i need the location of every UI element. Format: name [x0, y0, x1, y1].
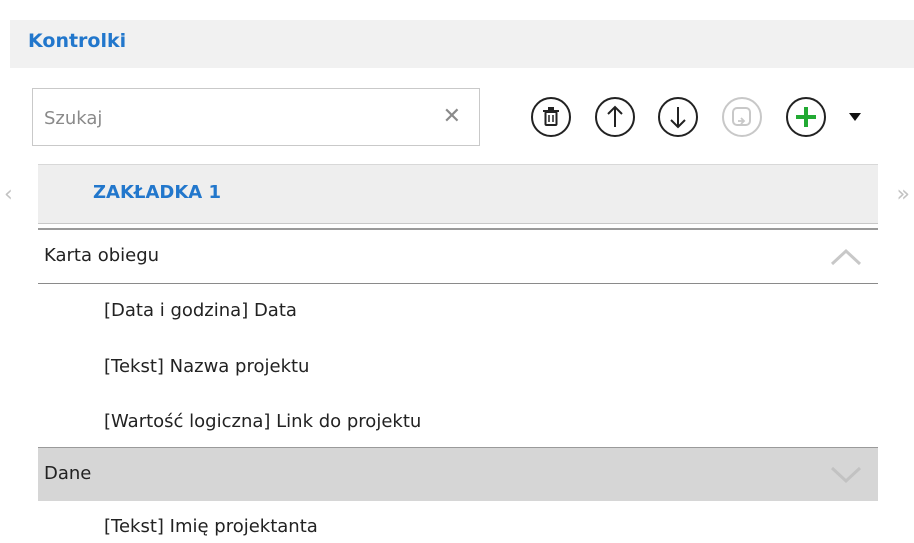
tab-scroll-right-icon[interactable]: » — [897, 182, 910, 207]
move-up-button[interactable] — [594, 96, 636, 138]
list-item[interactable]: [Tekst] Imię projektanta — [104, 516, 318, 537]
section-label: Dane — [44, 463, 92, 484]
tab-scroll-left-icon[interactable]: ‹ — [4, 182, 13, 207]
section-dane[interactable]: Dane — [38, 447, 878, 501]
arrow-up-icon — [595, 97, 635, 137]
copy-icon — [722, 97, 762, 137]
trash-icon — [531, 97, 571, 137]
chevron-up-icon[interactable] — [830, 248, 862, 266]
tab-bar: ‹ ZAKŁADKA 1 » — [0, 164, 914, 226]
search-box[interactable]: ✕ — [32, 88, 480, 146]
caret-down-icon — [849, 113, 861, 121]
move-down-button[interactable] — [657, 96, 699, 138]
toolbar-dropdown[interactable] — [848, 109, 862, 128]
add-button[interactable] — [785, 96, 827, 138]
copy-button[interactable] — [721, 96, 763, 138]
tab-zakladka-1[interactable]: ZAKŁADKA 1 — [93, 182, 221, 203]
plus-icon — [786, 97, 826, 137]
section-label: Karta obiegu — [44, 245, 160, 266]
list-item[interactable]: [Data i godzina] Data — [104, 300, 297, 321]
panel-title: Kontrolki — [28, 30, 127, 52]
list-item[interactable]: [Tekst] Nazwa projektu — [104, 356, 309, 377]
panel-header: Kontrolki — [10, 20, 914, 68]
section-karta-obiegu[interactable]: Karta obiegu — [38, 230, 878, 284]
search-input[interactable] — [42, 103, 426, 133]
clear-search-icon[interactable]: ✕ — [443, 103, 461, 131]
list-item[interactable]: [Wartość logiczna] Link do projektu — [104, 411, 421, 432]
delete-button[interactable] — [530, 96, 572, 138]
chevron-down-icon[interactable] — [830, 466, 862, 484]
arrow-down-icon — [658, 97, 698, 137]
